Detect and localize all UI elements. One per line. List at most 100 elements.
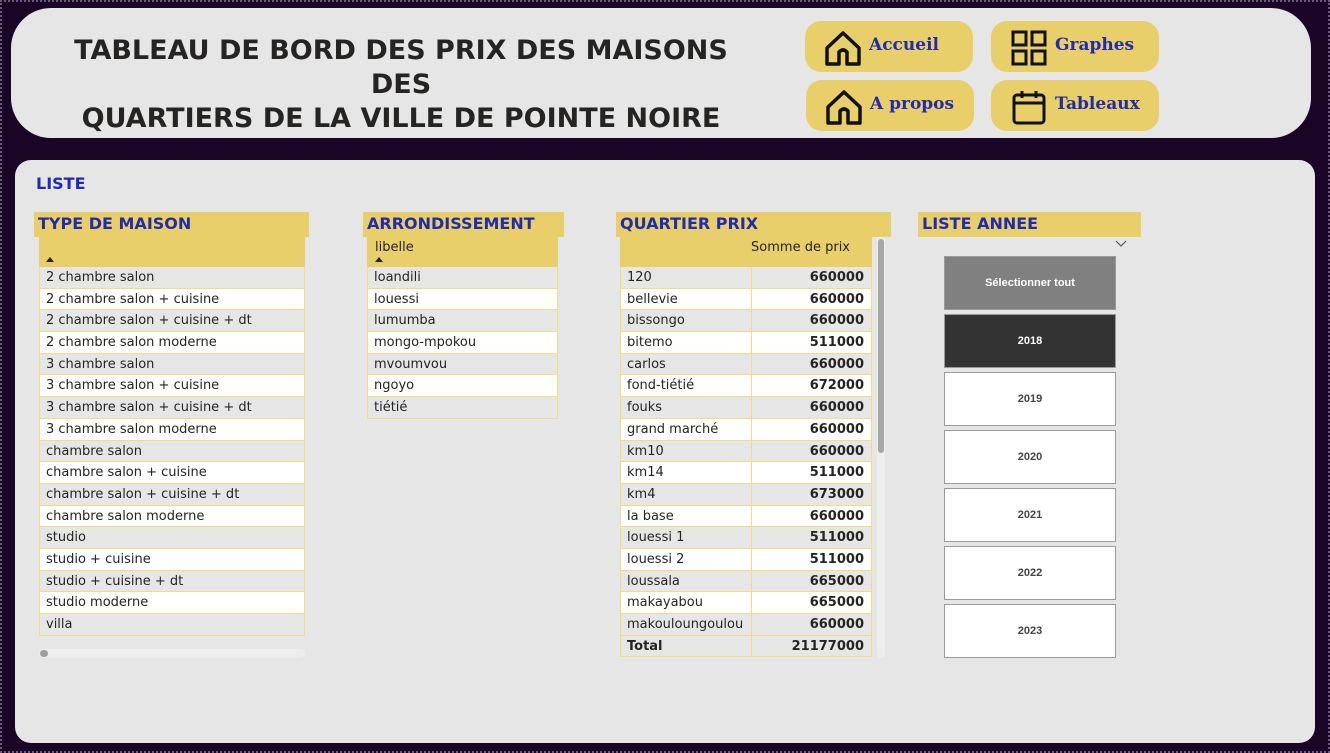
quartier-name: km10 xyxy=(620,440,752,462)
arrondissement-header[interactable]: libelle xyxy=(367,237,558,267)
list-item[interactable]: louessi xyxy=(368,288,557,311)
year-button[interactable]: 2019 xyxy=(944,372,1116,426)
select-all-button[interactable]: Sélectionner tout xyxy=(944,256,1116,310)
table-row[interactable]: fond-tiétié 672000 xyxy=(620,375,872,398)
year-button[interactable]: 2023 xyxy=(944,604,1116,658)
list-item[interactable]: chambre salon xyxy=(40,440,304,463)
arrondissement-rows: loandili louessi lumumba mongo-mpokou mvoumv… xyxy=(367,267,558,419)
list-item[interactable]: 2 chambre salon moderne xyxy=(40,332,304,354)
list-item[interactable]: lumumba xyxy=(368,310,557,333)
list-item[interactable]: loandili xyxy=(368,267,557,289)
home-icon xyxy=(825,31,861,66)
arrondissement-table: libelle loandili louessi lumumba mongo-mpok… xyxy=(367,237,558,419)
nav-button-accueil[interactable]: Accueil xyxy=(805,21,973,72)
quartier-name: 120 xyxy=(620,267,752,288)
table-row[interactable]: km4 673000 xyxy=(620,483,872,506)
quartier-price: 660000 xyxy=(752,310,872,332)
quartier-price: 511000 xyxy=(752,548,872,570)
page-title-line1: TABLEAU DE BORD DES PRIX DES MAISONS DES xyxy=(74,35,728,100)
nav-label: A propos xyxy=(870,94,955,114)
quartier-price: 660000 xyxy=(752,418,872,440)
scrollbar-thumb[interactable] xyxy=(878,239,884,453)
list-item[interactable]: studio moderne xyxy=(40,592,304,614)
quartier-name: carlos xyxy=(620,353,752,375)
table-row[interactable]: bitemo 511000 xyxy=(620,332,872,354)
header-panel: TABLEAU DE BORD DES PRIX DES MAISONS DES… xyxy=(11,8,1311,138)
year-button[interactable]: 2020 xyxy=(944,430,1116,484)
quartier-price: 672000 xyxy=(752,375,872,397)
total-label: Total xyxy=(620,635,752,657)
list-item[interactable]: studio xyxy=(40,527,304,549)
list-item[interactable]: 3 chambre salon + cuisine xyxy=(40,375,304,398)
total-row: Total 21177000 xyxy=(620,635,872,658)
list-item[interactable]: chambre salon + cuisine xyxy=(40,462,304,484)
type-maison-rows: 2 chambre salon 2 chambre salon + cuisine… xyxy=(39,267,305,636)
table-row[interactable]: loussala 665000 xyxy=(620,570,872,593)
quartier-name: km4 xyxy=(620,483,752,505)
year-button[interactable]: 2021 xyxy=(944,488,1116,542)
list-item[interactable]: ngoyo xyxy=(368,375,557,398)
quartier-price: 511000 xyxy=(752,462,872,483)
list-item[interactable]: 3 chambre salon moderne xyxy=(40,418,304,441)
quartier-price: 665000 xyxy=(752,592,872,613)
table-row[interactable]: 120 660000 xyxy=(620,267,872,289)
table-row[interactable]: bellevie 660000 xyxy=(620,288,872,311)
year-button[interactable]: 2022 xyxy=(944,546,1116,600)
quartier-prix-heading: QUARTIER PRIX xyxy=(616,212,891,237)
calendar-icon xyxy=(1012,91,1046,125)
column-header-libelle[interactable]: libelle xyxy=(375,240,414,255)
list-item[interactable]: 3 chambre salon xyxy=(40,353,304,376)
list-item[interactable]: 2 chambre salon + cuisine + dt xyxy=(40,310,304,333)
table-row[interactable]: makouloungoulou 660000 xyxy=(620,614,872,636)
table-row[interactable]: la base 660000 xyxy=(620,505,872,528)
main-panel: LISTE TYPE DE MAISON 2 chambre salon 2 ch… xyxy=(15,160,1315,743)
quartier-name: km14 xyxy=(620,462,752,483)
table-row[interactable]: km14 511000 xyxy=(620,462,872,484)
list-item[interactable]: chambre salon moderne xyxy=(40,505,304,528)
vertical-scrollbar[interactable] xyxy=(877,237,885,658)
column-header-somme-de-prix[interactable]: Somme de prix xyxy=(751,240,850,255)
table-row[interactable]: louessi 2 511000 xyxy=(620,548,872,571)
list-item[interactable]: studio + cuisine xyxy=(40,548,304,571)
nav-label: Tableaux xyxy=(1055,94,1140,114)
nav-button-a-propos[interactable]: A propos xyxy=(806,80,974,131)
list-item[interactable]: 3 chambre salon + cuisine + dt xyxy=(40,397,304,419)
table-row[interactable]: carlos 660000 xyxy=(620,353,872,376)
list-item[interactable]: chambre salon + cuisine + dt xyxy=(40,483,304,506)
type-maison-header[interactable] xyxy=(39,237,305,267)
scrollbar-thumb[interactable] xyxy=(40,650,48,657)
type-maison-table: 2 chambre salon 2 chambre salon + cuisine… xyxy=(39,237,305,636)
liste-annee-heading: LISTE ANNEE xyxy=(918,212,1141,237)
quartier-name: louessi 1 xyxy=(620,527,752,548)
list-item[interactable]: tiétié xyxy=(368,397,557,419)
sort-ascending-icon[interactable] xyxy=(375,257,383,262)
quartier-price: 673000 xyxy=(752,483,872,505)
list-item[interactable]: villa xyxy=(40,614,304,636)
table-row[interactable]: km10 660000 xyxy=(620,440,872,463)
quartier-price: 665000 xyxy=(752,570,872,592)
page-title-line2: QUARTIERS DE LA VILLE DE POINTE NOIRE xyxy=(81,103,721,134)
quartier-price: 660000 xyxy=(752,440,872,462)
list-item[interactable]: mongo-mpokou xyxy=(368,332,557,354)
table-row[interactable]: louessi 1 511000 xyxy=(620,527,872,549)
chevron-down-icon[interactable] xyxy=(1115,238,1127,250)
nav-button-graphes[interactable]: Graphes xyxy=(991,21,1159,72)
table-row[interactable]: bissongo 660000 xyxy=(620,310,872,333)
quartier-price: 660000 xyxy=(752,267,872,288)
table-row[interactable]: makayabou 665000 xyxy=(620,592,872,614)
quartier-prix-header[interactable]: Somme de prix xyxy=(620,237,872,267)
quartier-name: makayabou xyxy=(620,592,752,613)
table-row[interactable]: grand marché 660000 xyxy=(620,418,872,441)
table-row[interactable]: fouks 660000 xyxy=(620,397,872,419)
quartier-price: 660000 xyxy=(752,288,872,310)
quartier-name: fond-tiétié xyxy=(620,375,752,397)
list-item[interactable]: mvoumvou xyxy=(368,353,557,376)
year-button[interactable]: 2018 xyxy=(944,314,1116,368)
horizontal-scrollbar[interactable] xyxy=(39,649,305,658)
sort-ascending-icon[interactable] xyxy=(46,257,54,262)
list-item[interactable]: studio + cuisine + dt xyxy=(40,570,304,593)
quartier-name: bissongo xyxy=(620,310,752,332)
list-item[interactable]: 2 chambre salon xyxy=(40,267,304,289)
nav-button-tableaux[interactable]: Tableaux xyxy=(991,80,1159,131)
list-item[interactable]: 2 chambre salon + cuisine xyxy=(40,288,304,311)
